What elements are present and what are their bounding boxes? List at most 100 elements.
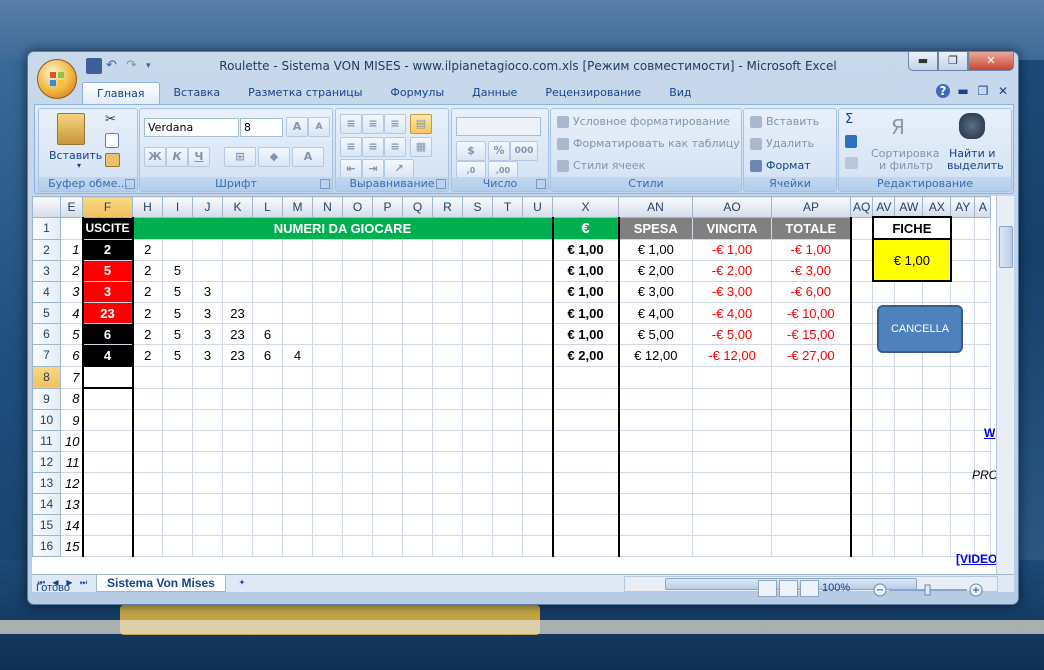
cell[interactable]	[771, 365, 852, 389]
cell[interactable]	[432, 323, 464, 345]
cell[interactable]	[849, 344, 874, 367]
row-index[interactable]: 14	[60, 514, 83, 536]
cell[interactable]	[132, 409, 164, 431]
cell[interactable]	[974, 259, 992, 282]
cell[interactable]	[492, 280, 524, 303]
number-cell[interactable]: 3	[192, 280, 224, 303]
cell[interactable]	[692, 365, 773, 389]
office-button[interactable]	[37, 59, 77, 99]
cell[interactable]	[974, 514, 992, 536]
cell[interactable]	[462, 259, 494, 282]
cell[interactable]	[771, 451, 852, 473]
cell[interactable]	[551, 535, 620, 557]
number-cell[interactable]: 2	[132, 323, 164, 345]
fill-color-button[interactable]: ◆	[258, 147, 290, 167]
cell[interactable]	[342, 409, 374, 431]
number-cell[interactable]: 6	[252, 323, 284, 345]
spesa-cell[interactable]: € 4,00	[617, 302, 694, 324]
paste-button[interactable]: Вставить	[49, 149, 102, 162]
uscita-cell[interactable]: 6	[81, 323, 134, 345]
bold-button[interactable]: Ж	[144, 147, 166, 167]
cell[interactable]	[192, 493, 224, 515]
number-format-select[interactable]	[456, 117, 541, 136]
cell[interactable]	[432, 365, 464, 389]
row-index[interactable]: 1	[60, 238, 83, 261]
cell[interactable]	[974, 302, 992, 324]
cell[interactable]	[162, 409, 194, 431]
row-header[interactable]: 14	[32, 493, 61, 515]
totale-cell[interactable]: -€ 15,00	[771, 323, 852, 345]
page-layout-view-icon[interactable]	[779, 580, 798, 597]
column-header[interactable]: AV	[872, 196, 896, 218]
cell[interactable]	[372, 323, 404, 345]
column-header[interactable]: H	[132, 196, 164, 218]
cell[interactable]	[894, 387, 924, 410]
row-header[interactable]: 12	[32, 451, 61, 473]
cell[interactable]	[402, 535, 434, 557]
cell[interactable]	[974, 493, 992, 515]
cell[interactable]	[462, 451, 494, 473]
cell[interactable]	[372, 238, 404, 261]
number-cell[interactable]: 23	[222, 323, 254, 345]
cell[interactable]	[492, 259, 524, 282]
cell[interactable]	[312, 387, 344, 410]
cell[interactable]	[617, 472, 694, 494]
row-header[interactable]: 15	[32, 514, 61, 536]
insert-sheet-icon[interactable]: ✦	[232, 577, 252, 589]
number-launcher-icon[interactable]	[536, 179, 546, 189]
align-top-button[interactable]: ≡	[340, 114, 362, 134]
row-index[interactable]: 9	[60, 409, 83, 431]
currency-button[interactable]: $	[456, 141, 486, 161]
cell[interactable]	[312, 535, 344, 557]
cell[interactable]	[402, 472, 434, 494]
row-index[interactable]: 3	[60, 280, 83, 303]
column-header[interactable]: AX	[922, 196, 952, 218]
column-header[interactable]: J	[192, 196, 224, 218]
x-cell[interactable]: € 2,00	[551, 344, 620, 367]
copy-icon[interactable]	[105, 133, 119, 148]
row-index[interactable]: 12	[60, 472, 83, 494]
cell[interactable]	[282, 535, 314, 557]
uscita-cell[interactable]: 3	[81, 280, 134, 303]
cell[interactable]	[974, 280, 992, 303]
customize-qat-icon[interactable]: ▾	[146, 58, 162, 74]
cell[interactable]	[922, 451, 952, 473]
cell[interactable]	[192, 409, 224, 431]
cell[interactable]	[402, 302, 434, 324]
number-cell[interactable]: 2	[132, 238, 164, 261]
cell[interactable]	[692, 514, 773, 536]
uscite-header[interactable]: USCITE	[81, 216, 134, 240]
undo-icon[interactable]: ↶	[106, 58, 122, 74]
zoom-level[interactable]: 100%	[822, 582, 850, 594]
totale-cell[interactable]: -€ 10,00	[771, 302, 852, 324]
x-cell[interactable]: € 1,00	[551, 238, 620, 261]
cell[interactable]	[252, 365, 284, 389]
cell[interactable]	[950, 259, 976, 282]
cell[interactable]	[192, 451, 224, 473]
cell[interactable]	[922, 280, 952, 303]
cell[interactable]	[771, 387, 852, 410]
vincita-cell[interactable]: -€ 5,00	[692, 323, 773, 345]
cell[interactable]	[132, 451, 164, 473]
spesa-header[interactable]: SPESA	[617, 216, 694, 240]
cell[interactable]	[312, 514, 344, 536]
cell[interactable]	[522, 451, 554, 473]
cell[interactable]	[974, 323, 992, 345]
cell[interactable]	[894, 493, 924, 515]
row-index[interactable]: 6	[60, 344, 83, 367]
row-header[interactable]: 3	[32, 259, 61, 282]
row-header[interactable]: 16	[32, 535, 61, 557]
cell[interactable]	[522, 259, 554, 282]
cell[interactable]	[522, 535, 554, 557]
cell[interactable]	[162, 535, 194, 557]
cell[interactable]	[551, 472, 620, 494]
column-header[interactable]: AQ	[850, 196, 874, 218]
row-index[interactable]: 8	[60, 387, 83, 410]
cell[interactable]	[849, 238, 874, 261]
row-index[interactable]: 5	[60, 323, 83, 345]
cell[interactable]	[692, 472, 773, 494]
number-cell[interactable]	[192, 259, 224, 282]
borders-button[interactable]: ⊞	[224, 147, 256, 167]
cell[interactable]	[849, 430, 874, 452]
cell[interactable]	[950, 493, 976, 515]
